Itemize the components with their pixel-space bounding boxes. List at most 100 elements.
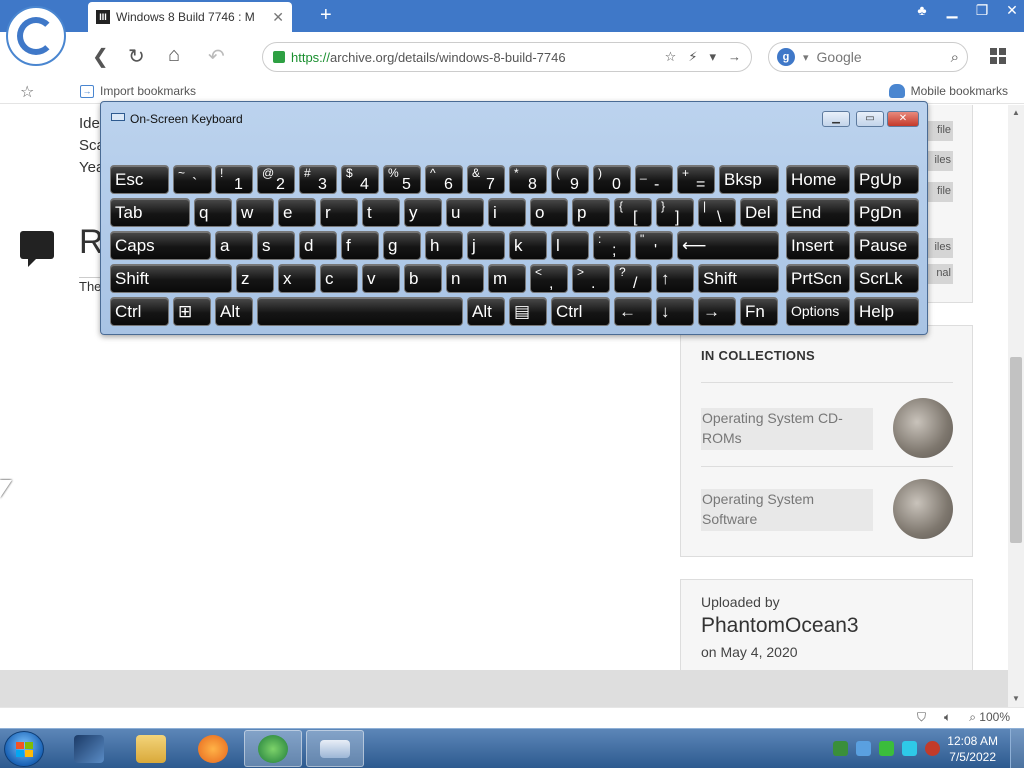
collection-item[interactable]: Operating System CD-ROMs (701, 398, 953, 472)
key-i[interactable]: i (488, 198, 526, 227)
tab-active[interactable]: III Windows 8 Build 7746 : M ✕ (88, 2, 292, 32)
taskbar-clock[interactable]: 12:08 AM 7/5/2022 (947, 733, 998, 765)
key-symbol-0-12[interactable]: _ - (635, 165, 673, 194)
key-z[interactable]: z (236, 264, 274, 293)
key-symbol-3-9[interactable]: >. (572, 264, 610, 293)
key-symbol-0-2[interactable]: ! 1 (215, 165, 253, 194)
key-c[interactable]: c (320, 264, 358, 293)
key-d[interactable]: d (299, 231, 337, 260)
uploader-name-link[interactable]: PhantomOcean3 (701, 614, 859, 638)
key-q[interactable]: q (194, 198, 232, 227)
file-count-tag[interactable]: iles (925, 151, 953, 171)
key-symbol-0-11[interactable]: ) 0 (593, 165, 631, 194)
apps-grid-icon[interactable] (990, 48, 1006, 64)
key-n[interactable]: n (446, 264, 484, 293)
new-tab-button[interactable]: + (320, 5, 332, 25)
key-symbol-1-12[interactable]: }] (656, 198, 694, 227)
key-home[interactable]: Home (786, 165, 850, 194)
security-icon[interactable] (856, 741, 871, 756)
key-p[interactable]: p (572, 198, 610, 227)
start-button[interactable] (4, 731, 44, 767)
reload-icon[interactable]: ↻ (128, 44, 145, 69)
search-box[interactable]: g ▾ Google ⌕ (768, 42, 968, 72)
key-symbol-0-13[interactable]: + = (677, 165, 715, 194)
undo-icon[interactable]: ↶ (208, 44, 225, 69)
bookmark-star-icon[interactable]: ☆ (665, 49, 677, 65)
key-symbol-3-10[interactable]: ? / (614, 264, 652, 293)
address-bar[interactable]: https://archive.org/details/windows-8-bu… (262, 42, 752, 72)
search-engine-icon[interactable]: g (777, 48, 795, 66)
key-f[interactable]: f (341, 231, 379, 260)
taskbar-app-uc-browser[interactable] (184, 730, 242, 767)
key-symbol-2-11[interactable]: " ' (635, 231, 673, 260)
key-l[interactable]: l (551, 231, 589, 260)
show-desktop-button[interactable] (1010, 729, 1024, 768)
taskbar-app-media-center[interactable] (60, 730, 118, 767)
key-r[interactable]: r (320, 198, 358, 227)
key-symbol-0-9[interactable]: * 8 (509, 165, 547, 194)
key-symbol-1-13[interactable]: | \ (698, 198, 736, 227)
zoom-control[interactable]: ⌕ 100% (969, 710, 1010, 725)
key-k[interactable]: k (509, 231, 547, 260)
key-pgup[interactable]: PgUp (854, 165, 919, 194)
key-esc[interactable]: Esc (110, 165, 169, 194)
key-symbol[interactable]: ← (614, 297, 652, 326)
key-prtscn[interactable]: PrtScn (786, 264, 850, 293)
key-pgdn[interactable]: PgDn (854, 198, 919, 227)
key-ctrl[interactable]: Ctrl (551, 297, 610, 326)
key-insert[interactable]: Insert (786, 231, 850, 260)
search-input[interactable]: Google (817, 49, 943, 65)
key-symbol-0-6[interactable]: % 5 (383, 165, 421, 194)
key-e[interactable]: e (278, 198, 316, 227)
key-symbol[interactable]: ⟵ (677, 231, 779, 260)
key-h[interactable]: h (425, 231, 463, 260)
key-symbol[interactable]: ▤ (509, 297, 547, 326)
chevron-down-icon[interactable]: ▾ (803, 51, 809, 64)
collection-item[interactable]: Operating System Software (701, 479, 953, 553)
taskbar-app-browser[interactable] (244, 730, 302, 767)
home-icon[interactable]: ⌂ (168, 44, 180, 67)
restore-button[interactable]: ❐ (974, 2, 990, 19)
key-bksp[interactable]: Bksp (719, 165, 779, 194)
key-end[interactable]: End (786, 198, 850, 227)
key-j[interactable]: j (467, 231, 505, 260)
key-w[interactable]: w (236, 198, 274, 227)
key-a[interactable]: a (215, 231, 253, 260)
shield-icon[interactable]: ⛉ (917, 710, 926, 725)
minimize-button[interactable]: ▁ (944, 2, 960, 19)
key-y[interactable]: y (404, 198, 442, 227)
scroll-up-arrow-icon[interactable]: ▲ (1008, 105, 1024, 121)
scrollbar-thumb[interactable] (1010, 357, 1022, 543)
key-tab[interactable]: Tab (110, 198, 190, 227)
go-arrow-icon[interactable]: → (728, 49, 741, 65)
key-symbol-3-8[interactable]: <, (530, 264, 568, 293)
collection-thumbnail[interactable] (893, 479, 953, 539)
key-symbol[interactable]: ⊞ (173, 297, 211, 326)
mobile-bookmarks-link[interactable]: Mobile bookmarks (888, 84, 1008, 98)
key-pause[interactable]: Pause (854, 231, 919, 260)
key-symbol-0-3[interactable]: @2 (257, 165, 295, 194)
search-icon[interactable]: ⌕ (951, 49, 959, 66)
key-u[interactable]: u (446, 198, 484, 227)
scroll-down-arrow-icon[interactable]: ▼ (1008, 691, 1024, 707)
file-count-tag[interactable]: file (925, 182, 953, 202)
key-ctrl[interactable]: Ctrl (110, 297, 169, 326)
taskbar-app-explorer[interactable] (122, 730, 180, 767)
key-symbol[interactable]: → (698, 297, 736, 326)
key-symbol-2-10[interactable]: :; (593, 231, 631, 260)
key-shift[interactable]: Shift (110, 264, 232, 293)
file-count-tag[interactable]: iles (925, 238, 953, 258)
key-symbol-0-1[interactable]: ~ ` (173, 165, 212, 194)
key-s[interactable]: s (257, 231, 295, 260)
key-symbol[interactable]: ↓ (656, 297, 694, 326)
key-g[interactable]: g (383, 231, 421, 260)
display-icon[interactable] (902, 741, 917, 756)
import-bookmarks-link[interactable]: → Import bookmarks (80, 84, 196, 98)
key-symbol[interactable]: ↑ (656, 264, 694, 293)
collection-label[interactable]: Operating System CD-ROMs (701, 408, 873, 450)
speaker-icon[interactable]: 🔈︎ (944, 710, 951, 725)
key-shift[interactable]: Shift (698, 264, 779, 293)
key-o[interactable]: o (530, 198, 568, 227)
key-del[interactable]: Del (740, 198, 778, 227)
chat-icon[interactable] (879, 741, 894, 756)
